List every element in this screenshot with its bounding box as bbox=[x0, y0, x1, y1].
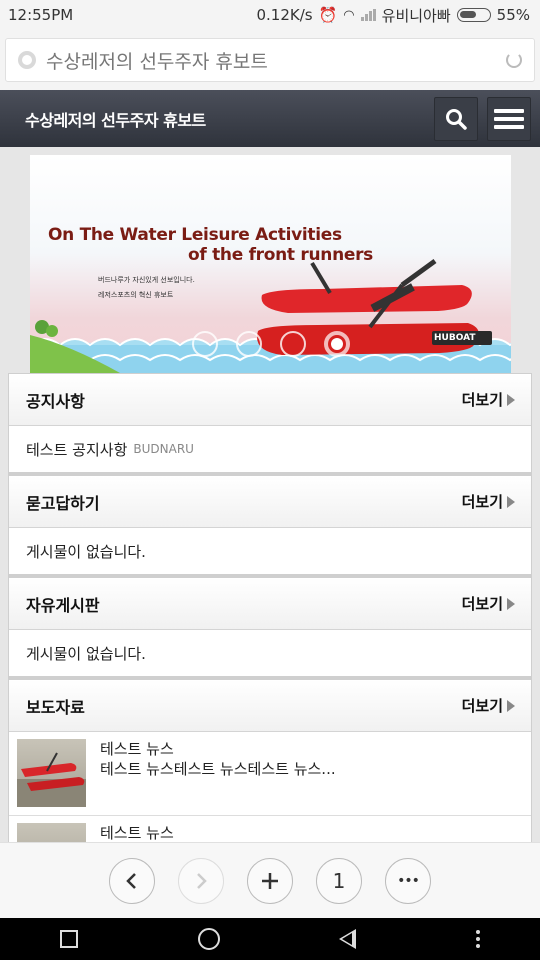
banner-headline-1: On The Water Leisure Activities bbox=[48, 225, 342, 245]
news-title: 테스트 뉴스 bbox=[100, 740, 174, 758]
battery-level: 55% bbox=[496, 6, 530, 24]
tab-count: 1 bbox=[332, 868, 346, 893]
more-label: 더보기 bbox=[461, 493, 503, 511]
notice-title[interactable]: 공지사항 bbox=[26, 388, 85, 412]
carousel-dot[interactable] bbox=[280, 331, 306, 357]
plus-icon bbox=[262, 872, 278, 889]
free-board-title[interactable]: 자유게시판 bbox=[26, 592, 100, 616]
arrow-right-icon bbox=[507, 393, 515, 406]
free-board-header: 자유게시판 더보기 bbox=[9, 578, 531, 630]
carousel-dot[interactable] bbox=[236, 331, 262, 357]
site-header: 수상레저의 선두주자 휴보트 bbox=[0, 90, 540, 147]
qna-title[interactable]: 묻고답하기 bbox=[26, 490, 100, 514]
news-thumbnail bbox=[17, 739, 86, 807]
status-bar: 12:55PM 0.12K/s ⏰ ◠ 유비니아빠 55% bbox=[0, 0, 540, 30]
qna-panel: 묻고답하기 더보기 게시물이 없습니다. bbox=[8, 475, 532, 577]
hero-banner[interactable]: On The Water Leisure Activities of the f… bbox=[30, 155, 511, 373]
free-board-panel: 자유게시판 더보기 게시물이 없습니다. bbox=[8, 577, 532, 679]
menu-dots-icon[interactable] bbox=[476, 930, 481, 948]
signal-icon bbox=[360, 9, 376, 21]
notice-item-title: 테스트 공지사항 bbox=[26, 440, 128, 459]
more-label: 더보기 bbox=[461, 595, 503, 613]
notice-item-author: BUDNARU bbox=[133, 442, 194, 456]
status-indicators: 0.12K/s ⏰ ◠ 유비니아빠 55% bbox=[257, 5, 531, 26]
reload-icon[interactable] bbox=[506, 52, 522, 68]
carrier-name: 유비니아빠 bbox=[381, 6, 451, 25]
search-icon bbox=[446, 108, 467, 130]
site-title[interactable]: 수상레저의 선두주자 휴보트 bbox=[25, 107, 434, 131]
browser-toolbar: 1 ••• bbox=[0, 842, 540, 918]
status-time: 12:55PM bbox=[8, 6, 74, 24]
alarm-icon: ⏰ bbox=[318, 6, 338, 24]
chevron-left-icon bbox=[126, 872, 136, 889]
press-title[interactable]: 보도자료 bbox=[26, 694, 85, 718]
system-nav-bar bbox=[0, 918, 540, 960]
network-speed: 0.12K/s bbox=[256, 6, 313, 24]
banner-headline-2: of the front runners bbox=[188, 245, 374, 265]
notice-panel: 공지사항 더보기 테스트 공지사항 BUDNARU bbox=[8, 373, 532, 475]
new-tab-button[interactable] bbox=[247, 857, 293, 904]
notice-more-link[interactable]: 더보기 bbox=[462, 389, 515, 410]
free-board-empty-message: 게시물이 없습니다. bbox=[9, 630, 531, 678]
qna-more-link[interactable]: 더보기 bbox=[462, 491, 515, 512]
banner-subtext-1: 버드나루가 자신있게 선보입니다. bbox=[98, 276, 195, 284]
home-icon[interactable] bbox=[197, 928, 220, 950]
address-text[interactable]: 수상레저의 선두주자 휴보트 bbox=[46, 47, 506, 74]
news-thumbnail bbox=[17, 823, 86, 842]
chevron-right-icon bbox=[197, 872, 207, 889]
search-button[interactable] bbox=[434, 96, 478, 141]
press-more-link[interactable]: 더보기 bbox=[462, 695, 515, 716]
forward-button[interactable] bbox=[178, 857, 224, 904]
carousel-dots bbox=[192, 331, 350, 357]
menu-button[interactable] bbox=[487, 96, 531, 141]
arrow-right-icon bbox=[507, 597, 515, 610]
more-options-button[interactable]: ••• bbox=[385, 857, 431, 904]
arrow-right-icon bbox=[507, 495, 515, 508]
recent-apps-icon[interactable] bbox=[59, 930, 78, 948]
news-summary: 테스트 뉴스테스트 뉴스테스트 뉴스... bbox=[100, 760, 336, 778]
news-item[interactable]: 테스트 뉴스 테스트 뉴스테스트 뉴스테스트 뉴스... bbox=[9, 732, 531, 816]
wifi-icon: ◠ bbox=[343, 7, 355, 23]
qna-header: 묻고답하기 더보기 bbox=[9, 476, 531, 528]
press-header: 보도자료 더보기 bbox=[9, 680, 531, 732]
banner-boat-label: HUBOAT bbox=[434, 333, 476, 343]
free-board-more-link[interactable]: 더보기 bbox=[462, 593, 515, 614]
back-icon[interactable] bbox=[339, 929, 357, 949]
more-label: 더보기 bbox=[461, 697, 503, 715]
more-dots-icon: ••• bbox=[397, 872, 420, 889]
news-title: 테스트 뉴스 bbox=[100, 824, 174, 842]
address-bar[interactable]: 수상레저의 선두주자 휴보트 bbox=[5, 38, 535, 82]
banner-subtext-2: 레저스포츠의 혁신 휴보트 bbox=[98, 291, 174, 299]
qna-empty-message: 게시물이 없습니다. bbox=[9, 528, 531, 576]
notice-header: 공지사항 더보기 bbox=[9, 374, 531, 426]
battery-icon bbox=[456, 8, 491, 22]
more-label: 더보기 bbox=[461, 391, 503, 409]
page-content[interactable]: On The Water Leisure Activities of the f… bbox=[0, 147, 540, 842]
site-security-icon bbox=[18, 51, 36, 69]
carousel-dot-active[interactable] bbox=[324, 331, 350, 357]
arrow-right-icon bbox=[507, 699, 515, 712]
hamburger-icon bbox=[494, 108, 524, 129]
browser-address-area: 수상레저의 선두주자 휴보트 bbox=[0, 30, 540, 90]
news-item[interactable]: 테스트 뉴스 bbox=[9, 816, 531, 842]
tabs-button[interactable]: 1 bbox=[316, 857, 362, 904]
notice-item[interactable]: 테스트 공지사항 BUDNARU bbox=[9, 426, 531, 474]
back-button[interactable] bbox=[109, 857, 155, 904]
press-panel: 보도자료 더보기 테스트 뉴스 테스트 뉴스테스트 뉴스테스트 뉴스... 테스… bbox=[8, 679, 532, 842]
carousel-dot[interactable] bbox=[192, 331, 218, 357]
